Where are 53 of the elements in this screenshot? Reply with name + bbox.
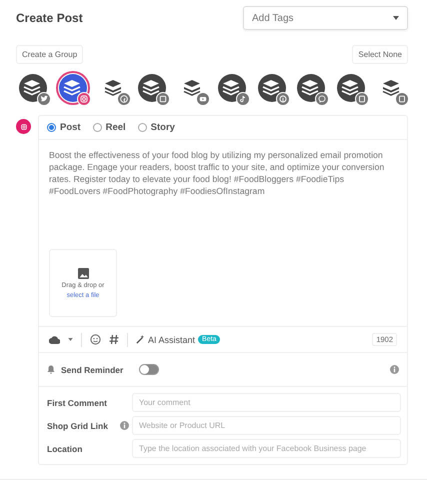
platform-badge-icon <box>317 94 328 104</box>
magic-wand-icon <box>136 335 145 344</box>
tags-select[interactable]: Add Tags <box>243 6 408 30</box>
account-avatar[interactable] <box>256 73 287 103</box>
account-avatar[interactable] <box>137 73 168 103</box>
platform-badge-icon <box>238 94 248 104</box>
platform-badge-icon <box>39 94 49 104</box>
stack-logo-icon <box>382 80 400 96</box>
stack-logo-icon <box>258 74 286 102</box>
instagram-icon <box>16 119 31 134</box>
account-avatar[interactable] <box>296 73 326 103</box>
account-avatar[interactable] <box>216 73 247 103</box>
text-field[interactable]: Your comment <box>132 393 401 412</box>
platform-badge-icon <box>278 94 288 104</box>
stack-logo-icon <box>297 74 326 102</box>
account-avatar[interactable] <box>336 73 366 103</box>
emoji-icon[interactable] <box>90 334 101 345</box>
platform-badge-icon <box>118 94 129 104</box>
text-field[interactable]: Type the location associated with your Facebook Business page <box>132 439 401 458</box>
cloud-icon[interactable] <box>49 336 60 344</box>
reminder-toggle[interactable] <box>139 364 160 375</box>
platform-badge-icon <box>198 94 208 104</box>
stack-logo-icon <box>104 80 122 96</box>
field-label: First Comment <box>47 398 108 408</box>
reminder-label: Send Reminder <box>61 364 124 374</box>
stack-logo-icon <box>183 80 202 96</box>
stack-logo-icon <box>138 74 166 102</box>
post-type-radio[interactable]: Reel <box>92 122 126 133</box>
stack-logo-icon <box>58 74 87 102</box>
field-label: Shop Grid Link <box>47 420 109 430</box>
create-group-button[interactable]: Create a Group <box>16 45 84 64</box>
info-icon[interactable] <box>390 365 399 374</box>
platform-badge-icon <box>158 94 168 104</box>
bell-icon <box>47 365 55 374</box>
text-field[interactable]: Website or Product URL <box>132 416 401 435</box>
account-avatar[interactable] <box>58 73 88 103</box>
select-none-button[interactable]: Select None <box>352 45 408 64</box>
caret-icon[interactable] <box>68 338 73 341</box>
platform-badge-icon <box>357 94 368 104</box>
page-title: Create Post <box>16 11 83 25</box>
info-icon[interactable] <box>120 421 129 430</box>
caret-icon <box>393 16 399 20</box>
account-avatar[interactable] <box>18 73 48 103</box>
post-text[interactable]: Boost the effectiveness of your food blog by utilizing my personalized email promotion package. Engage your readers, boost traffic to your site, and optimize your conversion rates. Register today to elevate your food blog! #FoodBloggers #FoodieTips #FoodLovers #FoodPhotography #FoodiesOfInstagram <box>49 149 397 197</box>
stack-logo-icon <box>218 74 246 102</box>
platform-badge-icon <box>78 94 89 104</box>
platform-badge-icon <box>396 94 407 104</box>
image-icon <box>78 268 88 278</box>
hashtag-icon[interactable] <box>109 334 119 345</box>
post-type-radio[interactable]: Story <box>138 122 175 133</box>
stack-logo-icon <box>337 74 366 102</box>
field-label: Location <box>47 444 84 454</box>
post-type-radio[interactable]: Post <box>47 122 81 133</box>
